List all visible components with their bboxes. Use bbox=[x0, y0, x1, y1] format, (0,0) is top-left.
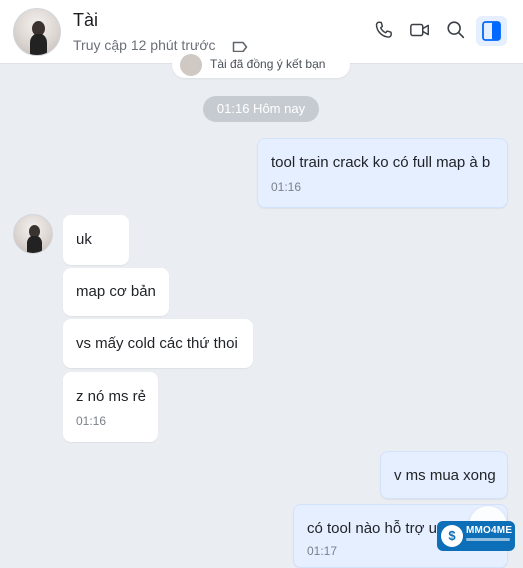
message-text: có tool nào hỗ trợ up bbox=[307, 520, 446, 537]
message-bubble-outgoing[interactable]: v ms mua xong bbox=[380, 451, 508, 499]
message-text: map cơ bản bbox=[76, 283, 156, 300]
video-call-icon[interactable] bbox=[408, 19, 432, 41]
date-divider: 01:16 Hôm nay bbox=[203, 96, 319, 122]
last-seen-status: Truy cập 12 phút trước bbox=[73, 37, 216, 53]
phone-icon[interactable] bbox=[373, 19, 395, 41]
message-bubble-incoming[interactable]: uk bbox=[63, 215, 129, 265]
message-text: tool train crack ko có full map à b bbox=[271, 154, 491, 171]
watermark-logo: $ MMO4ME bbox=[437, 521, 515, 551]
message-text: v ms mua xong bbox=[394, 467, 496, 484]
notice-avatar bbox=[180, 54, 202, 76]
friend-accepted-notice: Tài đã đồng ý kết bạn bbox=[172, 52, 350, 78]
message-bubble-incoming[interactable]: z nó ms rẻ 01:16 bbox=[63, 372, 158, 442]
message-text: vs mấy cold các thứ thoi bbox=[76, 335, 238, 352]
message-time: 01:16 bbox=[271, 180, 302, 194]
search-icon[interactable] bbox=[445, 19, 467, 41]
message-bubble-incoming[interactable]: map cơ bản bbox=[63, 268, 169, 316]
message-text: uk bbox=[76, 231, 92, 248]
dollar-coin-icon: $ bbox=[441, 525, 463, 547]
message-time: 01:17 bbox=[307, 544, 338, 558]
message-time: 01:16 bbox=[76, 414, 107, 428]
label-tag-icon[interactable] bbox=[232, 40, 248, 53]
watermark-text: MMO4ME bbox=[466, 525, 513, 536]
side-panel-icon[interactable] bbox=[476, 16, 507, 46]
message-bubble-incoming[interactable]: vs mấy cold các thứ thoi bbox=[63, 319, 253, 368]
contact-name[interactable]: Tài bbox=[73, 10, 98, 31]
contact-avatar[interactable] bbox=[13, 8, 61, 56]
message-text: z nó ms rẻ bbox=[76, 388, 147, 405]
notice-text: Tài đã đồng ý kết bạn bbox=[210, 57, 326, 71]
message-bubble-outgoing[interactable]: tool train crack ko có full map à b 01:1… bbox=[257, 138, 508, 208]
sender-avatar[interactable] bbox=[13, 214, 53, 254]
